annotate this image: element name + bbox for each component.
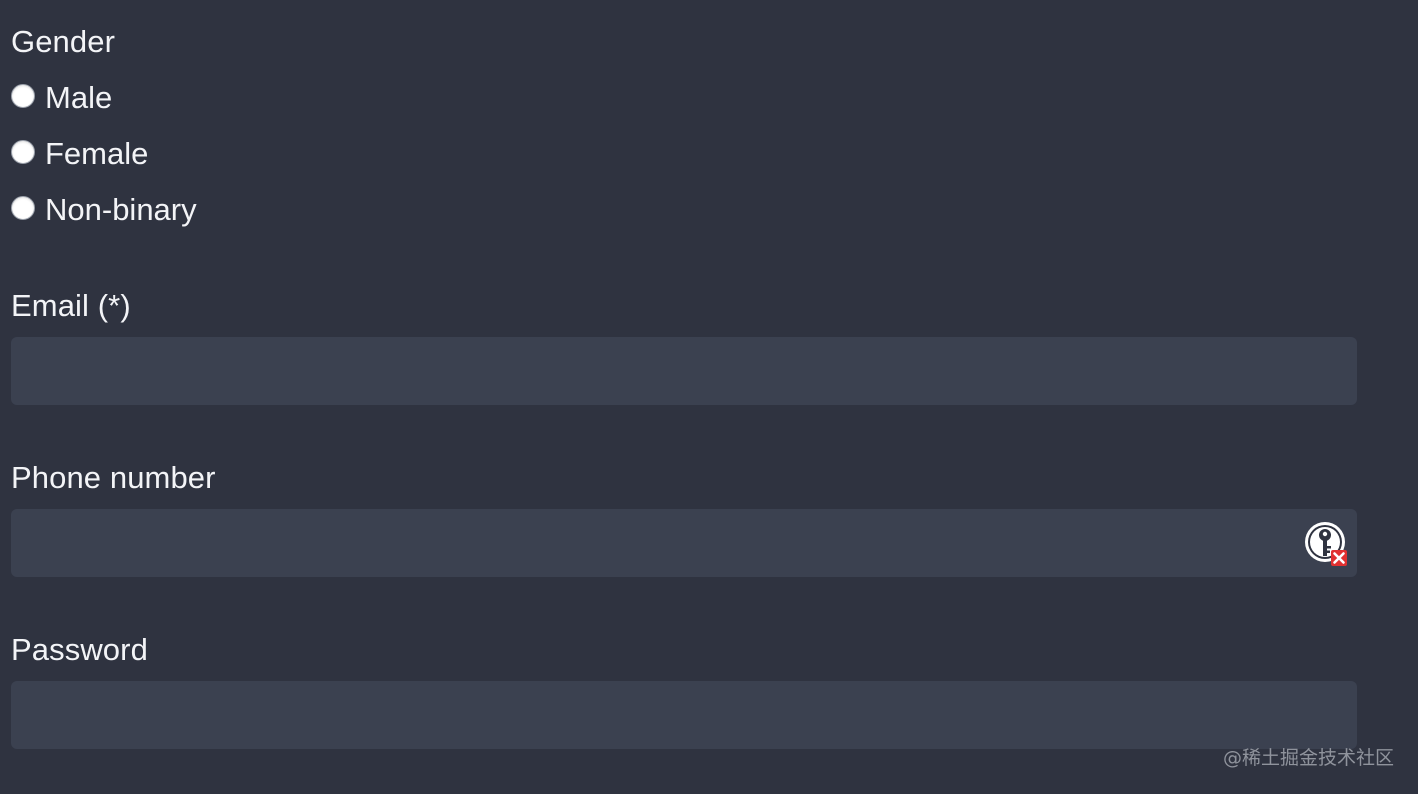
gender-label: Gender [11,24,115,59]
email-label: Email (*) [11,288,131,323]
female-radio-label[interactable]: Female [45,136,148,172]
non-binary-radio-label[interactable]: Non-binary [45,192,197,228]
email-field[interactable] [11,337,1357,405]
password-label: Password [11,632,148,667]
password-field[interactable] [11,681,1357,749]
watermark: @稀土掘金技术社区 [1222,747,1394,769]
gender-option-non-binary[interactable]: Non-binary [11,192,197,228]
password-manager-key-icon[interactable] [1303,520,1351,568]
male-radio-label[interactable]: Male [45,80,112,116]
phone-field[interactable] [11,509,1357,577]
non-binary-radio[interactable] [11,196,35,220]
gender-option-male[interactable]: Male [11,80,112,116]
female-radio[interactable] [11,140,35,164]
gender-option-female[interactable]: Female [11,136,148,172]
signup-form: Gender Male Female Non-binary Email (*) … [0,0,1418,794]
male-radio[interactable] [11,84,35,108]
phone-label: Phone number [11,460,216,495]
